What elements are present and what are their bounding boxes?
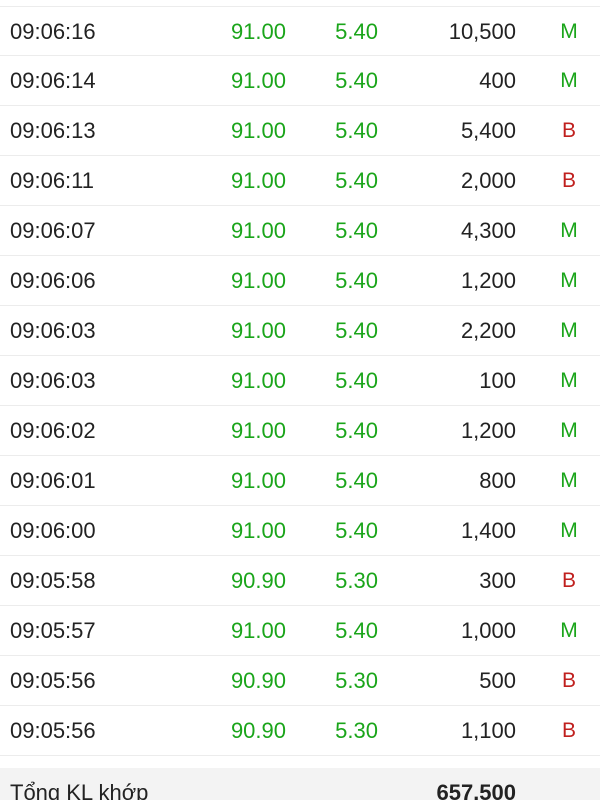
trade-row[interactable]: 09:05:56 90.90 5.30 1,100 B (0, 706, 600, 756)
trade-change: 5.30 (335, 568, 378, 593)
trade-volume: 5,400 (460, 118, 516, 143)
trade-row[interactable]: 09:06:06 91.00 5.40 1,200 M (0, 256, 600, 306)
trade-volume: 400 (479, 68, 516, 93)
trade-time: 09:06:14 (10, 68, 96, 93)
trade-price: 90.90 (230, 668, 286, 693)
trade-price: 90.90 (230, 718, 286, 743)
trade-price: 91.00 (230, 68, 286, 93)
trade-history-screen: 09:06:16 91.00 5.40 10,500 M 09:06:14 91.00 5.4… (0, 0, 600, 800)
trade-time: 09:06:03 (10, 368, 96, 393)
trade-volume: 4,300 (460, 218, 516, 243)
trade-change: 5.40 (335, 468, 378, 493)
trade-volume: 500 (479, 668, 516, 693)
trade-row[interactable]: 09:06:16 91.00 5.40 10,500 M (0, 6, 600, 56)
trade-row[interactable]: 09:05:56 90.90 5.30 500 B (0, 656, 600, 706)
trade-row[interactable]: 09:06:11 91.00 5.40 2,000 B (0, 156, 600, 206)
trade-volume: 300 (479, 568, 516, 593)
trade-time: 09:05:57 (10, 618, 96, 643)
trade-row[interactable]: 09:06:02 91.00 5.40 1,200 M (0, 406, 600, 456)
trade-side: M (560, 519, 578, 542)
trade-row[interactable]: 09:05:57 91.00 5.40 1,000 M (0, 606, 600, 656)
trade-price: 91.00 (230, 118, 286, 143)
trade-price: 91.00 (230, 268, 286, 293)
trade-side: M (560, 219, 578, 242)
trade-time: 09:06:00 (10, 518, 96, 543)
trade-price: 91.00 (230, 468, 286, 493)
trade-change: 5.30 (335, 668, 378, 693)
trade-side: M (560, 369, 578, 392)
trade-side: M (560, 469, 578, 492)
trade-side: M (560, 319, 578, 342)
trade-side: M (560, 619, 578, 642)
trade-time: 09:05:56 (10, 718, 96, 743)
trade-change: 5.40 (335, 618, 378, 643)
trade-volume: 2,200 (460, 318, 516, 343)
trade-volume: 2,000 (460, 168, 516, 193)
trade-price: 91.00 (230, 318, 286, 343)
trade-price: 91.00 (230, 218, 286, 243)
trade-side: M (560, 419, 578, 442)
trade-side: B (561, 719, 576, 742)
trade-change: 5.30 (335, 718, 378, 743)
trade-price: 91.00 (230, 19, 286, 44)
trade-volume: 800 (479, 468, 516, 493)
total-matched-volume-bar: Tổng KL khớp 657,500 (0, 768, 600, 800)
trade-change: 5.40 (335, 118, 378, 143)
trade-list[interactable]: 09:06:16 91.00 5.40 10,500 M 09:06:14 91.00 5.4… (0, 6, 600, 756)
trade-row[interactable]: 09:06:13 91.00 5.40 5,400 B (0, 106, 600, 156)
trade-time: 09:06:11 (10, 168, 95, 193)
trade-change: 5.40 (335, 318, 378, 343)
trade-time: 09:06:02 (10, 418, 96, 443)
trade-side: M (560, 69, 578, 92)
total-matched-volume-value: 657,500 (436, 780, 516, 800)
trade-time: 09:06:01 (10, 468, 96, 493)
trade-change: 5.40 (335, 418, 378, 443)
total-matched-volume-label: Tổng KL khớp (10, 780, 149, 800)
trade-volume: 1,100 (460, 718, 516, 743)
trade-time: 09:05:56 (10, 668, 96, 693)
trade-side: M (560, 269, 578, 292)
trade-time: 09:05:58 (10, 568, 96, 593)
trade-volume: 1,400 (460, 518, 516, 543)
trade-price: 91.00 (230, 518, 286, 543)
trade-side: M (560, 20, 578, 43)
trade-price: 91.00 (230, 368, 286, 393)
trade-side: B (561, 669, 576, 692)
trade-price: 91.00 (230, 418, 286, 443)
trade-side: B (561, 169, 576, 192)
trade-time: 09:06:07 (10, 218, 96, 243)
trade-side: B (561, 569, 576, 592)
trade-row[interactable]: 09:06:01 91.00 5.40 800 M (0, 456, 600, 506)
trade-change: 5.40 (335, 19, 378, 44)
trade-change: 5.40 (335, 518, 378, 543)
trade-row[interactable]: 09:06:14 91.00 5.40 400 M (0, 56, 600, 106)
trade-time: 09:06:06 (10, 268, 96, 293)
trade-volume: 1,200 (460, 418, 516, 443)
trade-change: 5.40 (335, 368, 378, 393)
trade-volume: 10,500 (448, 19, 516, 44)
trade-volume: 1,000 (460, 618, 516, 643)
trade-row[interactable]: 09:06:07 91.00 5.40 4,300 M (0, 206, 600, 256)
trade-volume: 100 (479, 368, 516, 393)
trade-time: 09:06:13 (10, 118, 96, 143)
trade-change: 5.40 (335, 218, 378, 243)
trade-row[interactable]: 09:06:00 91.00 5.40 1,400 M (0, 506, 600, 556)
trade-price: 91.00 (230, 168, 286, 193)
trade-change: 5.40 (335, 268, 378, 293)
trade-price: 90.90 (230, 568, 286, 593)
trade-time: 09:06:16 (10, 19, 96, 44)
trade-change: 5.40 (335, 168, 378, 193)
trade-change: 5.40 (335, 68, 378, 93)
trade-volume: 1,200 (460, 268, 516, 293)
trade-row[interactable]: 09:05:58 90.90 5.30 300 B (0, 556, 600, 606)
trade-row[interactable]: 09:06:03 91.00 5.40 100 M (0, 356, 600, 406)
trade-time: 09:06:03 (10, 318, 96, 343)
trade-price: 91.00 (230, 618, 286, 643)
trade-row[interactable]: 09:06:03 91.00 5.40 2,200 M (0, 306, 600, 356)
trade-side: B (561, 119, 576, 142)
